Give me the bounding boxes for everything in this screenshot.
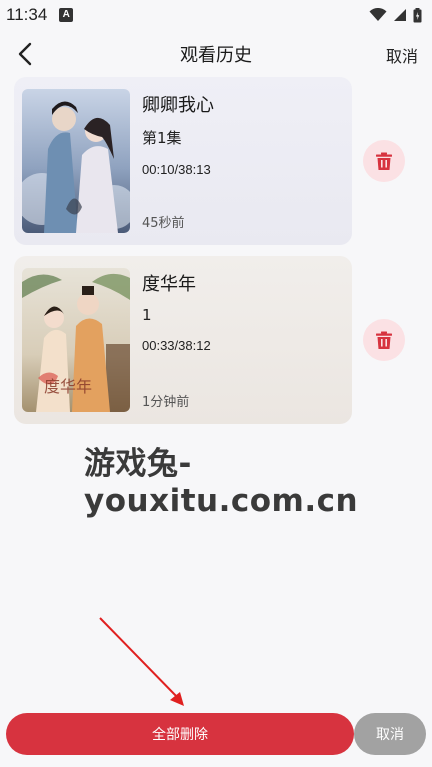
poster-thumbnail[interactable] — [22, 89, 130, 233]
show-title: 度华年 — [142, 274, 196, 295]
history-item[interactable]: 卿卿我心 第1集 00:10/38:13 45秒前 — [14, 77, 352, 245]
watched-ago: 45秒前 — [142, 216, 185, 231]
poster-thumbnail[interactable]: 度华年 — [22, 268, 130, 412]
notification-badge: A — [59, 8, 74, 22]
trash-icon — [376, 331, 392, 349]
wifi-icon — [369, 8, 387, 21]
header-cancel-button[interactable]: 取消 — [386, 43, 418, 67]
show-title: 卿卿我心 — [142, 95, 214, 116]
status-time: 11:34 — [6, 5, 48, 24]
history-info: 卿卿我心 第1集 00:10/38:13 45秒前 — [142, 89, 344, 233]
trash-icon — [376, 152, 392, 170]
header: 观看历史 取消 — [0, 34, 432, 74]
battery-icon — [413, 7, 422, 22]
watch-progress: 00:10/38:13 — [142, 162, 211, 177]
svg-text:度华年: 度华年 — [44, 377, 92, 396]
signal-icon — [394, 9, 406, 21]
status-icons — [369, 7, 422, 23]
history-item[interactable]: 度华年 度华年 1 00:33/38:12 1分钟前 — [14, 256, 352, 424]
watermark-text: 游戏兔-youxitu.com.cn — [84, 446, 359, 519]
delete-all-button[interactable]: 全部删除 — [6, 713, 354, 755]
back-button[interactable] — [14, 40, 38, 68]
annotation-arrow-icon — [99, 617, 184, 706]
page-title: 观看历史 — [180, 45, 252, 66]
delete-item-button[interactable] — [363, 140, 405, 182]
episode-label: 1 — [142, 306, 152, 324]
status-bar: 11:34 A — [0, 0, 432, 30]
bottom-cancel-button[interactable]: 取消 — [354, 713, 426, 755]
history-info: 度华年 1 00:33/38:12 1分钟前 — [142, 268, 344, 412]
watch-progress: 00:33/38:12 — [142, 338, 211, 353]
episode-label: 第1集 — [142, 129, 182, 147]
watched-ago: 1分钟前 — [142, 395, 190, 410]
delete-item-button[interactable] — [363, 319, 405, 361]
back-arrow-icon — [18, 42, 32, 66]
